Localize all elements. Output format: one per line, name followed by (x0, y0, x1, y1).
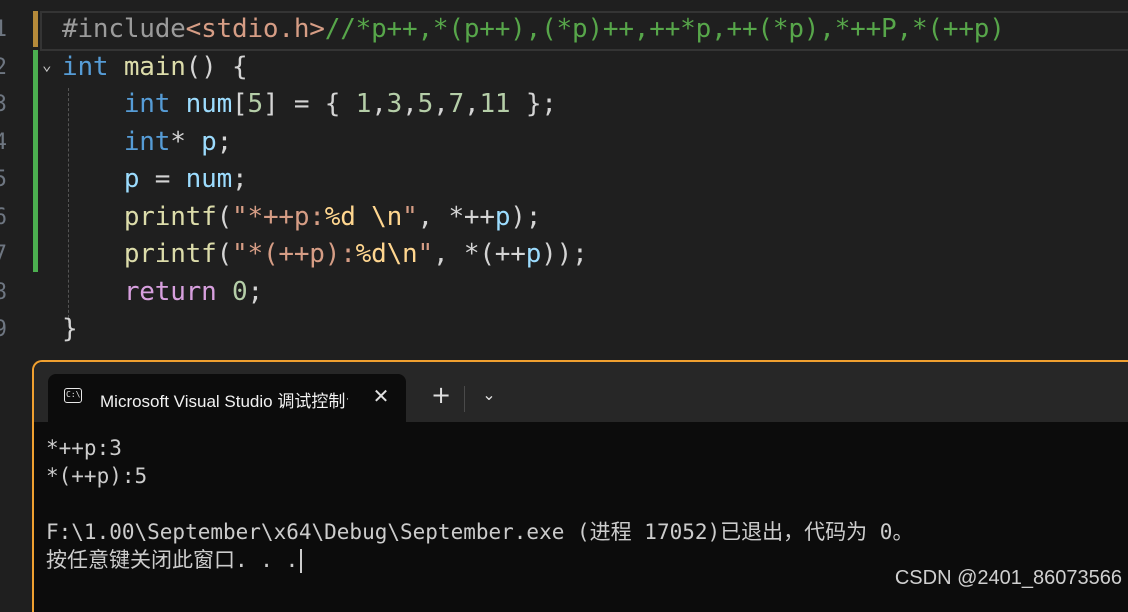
code-token: return (123, 276, 217, 307)
code-token: int (62, 51, 109, 82)
code-token: , (464, 89, 480, 119)
code-editor[interactable]: 1 2 3 4 5 6 7 8 9 ⌄ #include<stdio.h>//*… (0, 0, 1128, 360)
code-token: \n (371, 201, 403, 232)
terminal-tab-bar: C:\ Microsoft Visual Studio 调试控制台 ✕ + ⌄ (34, 362, 1128, 422)
code-token: <stdio.h> (185, 14, 325, 44)
code-token: ( (216, 239, 233, 269)
line-number-gutter: 1 2 3 4 5 6 7 8 9 (0, 0, 18, 360)
code-token: () { (185, 51, 248, 82)
code-token: , *(++ (432, 239, 526, 269)
code-token: 5 (247, 89, 264, 119)
code-token: * (170, 126, 202, 157)
line-number: 7 (0, 242, 7, 267)
terminal-tab-title: Microsoft Visual Studio 调试控制台 (100, 392, 348, 411)
code-token: 3 (386, 89, 403, 119)
line-number: 6 (0, 204, 7, 230)
code-line[interactable]: p = num; (62, 161, 248, 199)
terminal-output-line: F:\1.00\September\x64\Debug\September.ex… (46, 520, 914, 544)
tab-divider (464, 386, 465, 412)
line-number: 4 (0, 129, 7, 155)
code-line[interactable]: printf("*(++p):%d\n", *(++p)); (62, 236, 588, 274)
code-token: 5 (417, 89, 434, 119)
code-token: //*p++,*(p++),(*p)++,++*p,++(*p),*++P,*(… (324, 14, 1005, 44)
code-token: num (185, 89, 233, 119)
code-token: 1 (355, 89, 372, 119)
text-cursor (300, 549, 303, 573)
code-token: num (185, 164, 233, 194)
code-token: " (402, 201, 418, 232)
terminal-prompt-line[interactable]: 按任意键关闭此窗口. . . (46, 546, 303, 574)
code-line[interactable]: int main() { (62, 49, 248, 87)
code-token: ; (247, 276, 264, 307)
change-marker (33, 11, 38, 47)
terminal-output-line: *++p:3 (46, 436, 122, 460)
code-line[interactable]: return 0; (62, 274, 263, 312)
code-token: int (123, 89, 171, 119)
code-token: ); (510, 201, 542, 232)
line-number: 3 (0, 92, 7, 117)
code-token: 7 (448, 89, 465, 119)
code-line[interactable]: int* p; (62, 124, 232, 162)
code-token: ] = { (262, 89, 356, 119)
terminal-prompt-text: 按任意键关闭此窗口. . . (46, 548, 299, 572)
code-token: , *++ (417, 201, 495, 232)
code-token: printf (123, 201, 217, 232)
code-token: 11 (479, 89, 511, 119)
code-token: [ (232, 89, 248, 119)
line-number: 5 (0, 167, 7, 192)
code-token: printf (123, 239, 217, 269)
code-token: #include (62, 14, 186, 44)
chevron-down-icon[interactable]: ⌄ (474, 380, 504, 410)
code-token: int (123, 126, 171, 157)
console-icon: C:\ (64, 388, 82, 403)
code-line[interactable]: } (62, 311, 78, 349)
code-token: 0 (232, 276, 248, 307)
terminal-output-line: *(++p):5 (46, 464, 148, 488)
line-number: 9 (0, 317, 7, 342)
new-tab-button[interactable]: + (426, 380, 456, 410)
terminal-tab[interactable]: C:\ Microsoft Visual Studio 调试控制台 ✕ (48, 374, 406, 422)
console-icon-text: C:\ (66, 390, 81, 399)
code-token: ; (232, 164, 248, 194)
code-token: }; (510, 89, 557, 119)
code-token: p (525, 239, 542, 269)
close-icon[interactable]: ✕ (368, 383, 394, 409)
code-line[interactable]: int num[5] = { 1,3,5,7,11 }; (62, 86, 557, 124)
code-token: , (371, 89, 387, 119)
line-number: 1 (0, 17, 7, 42)
line-number: 2 (0, 54, 7, 80)
code-token: = (139, 164, 186, 194)
code-token: , (433, 89, 449, 119)
code-token: " (417, 239, 434, 269)
code-token: "*++p: (232, 201, 325, 232)
fold-toggle-icon[interactable]: ⌄ (42, 55, 52, 74)
code-token: main (123, 51, 186, 82)
code-token: p (123, 164, 140, 194)
code-token: p (494, 201, 511, 232)
code-token: %d (324, 201, 356, 232)
watermark: CSDN @2401_86073566 (894, 567, 1122, 589)
code-token: ; (216, 126, 233, 157)
line-number: 8 (0, 279, 7, 305)
code-token: ( (216, 201, 233, 232)
code-line[interactable]: printf("*++p:%d \n", *++p); (62, 199, 542, 237)
code-token: } (62, 314, 78, 344)
change-marker (33, 50, 38, 272)
code-token: , (402, 89, 418, 119)
code-token: %d\n (355, 239, 418, 269)
code-line[interactable]: #include<stdio.h>//*p++,*(p++),(*p)++,++… (62, 11, 1005, 49)
code-token: "*(++p): (232, 239, 356, 269)
code-token: p (201, 126, 217, 157)
code-token: )); (541, 239, 588, 269)
